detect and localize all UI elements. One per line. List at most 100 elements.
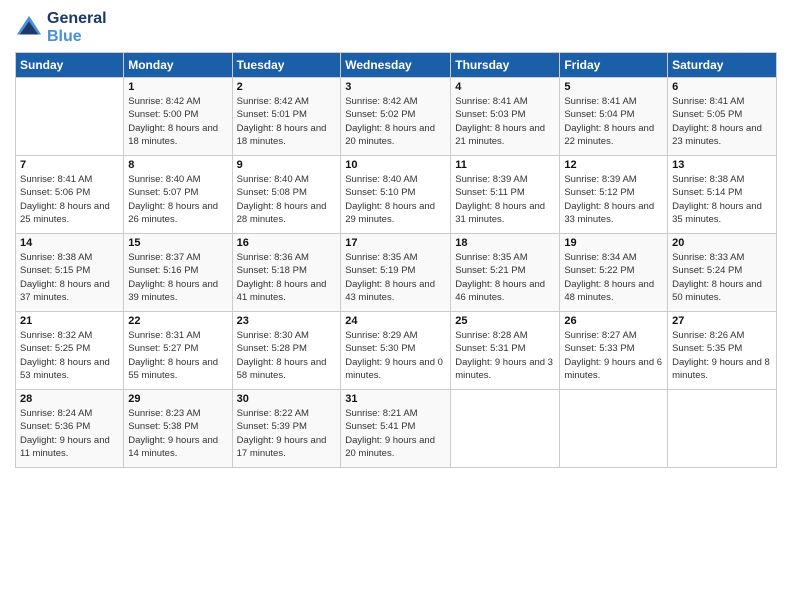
day-number: 29 xyxy=(128,393,227,405)
day-cell: 30 Sunrise: 8:22 AMSunset: 5:39 PMDaylig… xyxy=(232,390,341,468)
day-cell xyxy=(16,78,124,156)
day-detail: Sunrise: 8:34 AMSunset: 5:22 PMDaylight:… xyxy=(564,251,663,304)
day-detail: Sunrise: 8:38 AMSunset: 5:14 PMDaylight:… xyxy=(672,173,772,226)
week-row-2: 7 Sunrise: 8:41 AMSunset: 5:06 PMDayligh… xyxy=(16,156,777,234)
day-cell: 4 Sunrise: 8:41 AMSunset: 5:03 PMDayligh… xyxy=(451,78,560,156)
day-number: 18 xyxy=(455,237,555,249)
day-number: 7 xyxy=(20,159,119,171)
day-cell: 12 Sunrise: 8:39 AMSunset: 5:12 PMDaylig… xyxy=(560,156,668,234)
day-detail: Sunrise: 8:36 AMSunset: 5:18 PMDaylight:… xyxy=(237,251,337,304)
day-detail: Sunrise: 8:21 AMSunset: 5:41 PMDaylight:… xyxy=(345,407,446,460)
day-cell: 25 Sunrise: 8:28 AMSunset: 5:31 PMDaylig… xyxy=(451,312,560,390)
day-detail: Sunrise: 8:40 AMSunset: 5:07 PMDaylight:… xyxy=(128,173,227,226)
day-cell xyxy=(560,390,668,468)
day-cell: 22 Sunrise: 8:31 AMSunset: 5:27 PMDaylig… xyxy=(124,312,232,390)
day-cell: 7 Sunrise: 8:41 AMSunset: 5:06 PMDayligh… xyxy=(16,156,124,234)
day-detail: Sunrise: 8:41 AMSunset: 5:05 PMDaylight:… xyxy=(672,95,772,148)
day-number: 2 xyxy=(237,81,337,93)
day-cell xyxy=(451,390,560,468)
day-cell: 17 Sunrise: 8:35 AMSunset: 5:19 PMDaylig… xyxy=(341,234,451,312)
day-number: 4 xyxy=(455,81,555,93)
day-detail: Sunrise: 8:27 AMSunset: 5:33 PMDaylight:… xyxy=(564,329,663,382)
logo: General Blue xyxy=(15,10,107,46)
week-row-5: 28 Sunrise: 8:24 AMSunset: 5:36 PMDaylig… xyxy=(16,390,777,468)
day-detail: Sunrise: 8:42 AMSunset: 5:01 PMDaylight:… xyxy=(237,95,337,148)
logo-icon xyxy=(15,14,43,42)
day-detail: Sunrise: 8:35 AMSunset: 5:21 PMDaylight:… xyxy=(455,251,555,304)
day-detail: Sunrise: 8:42 AMSunset: 5:02 PMDaylight:… xyxy=(345,95,446,148)
day-cell: 18 Sunrise: 8:35 AMSunset: 5:21 PMDaylig… xyxy=(451,234,560,312)
day-cell: 14 Sunrise: 8:38 AMSunset: 5:15 PMDaylig… xyxy=(16,234,124,312)
header-cell-thursday: Thursday xyxy=(451,53,560,78)
header-cell-tuesday: Tuesday xyxy=(232,53,341,78)
day-detail: Sunrise: 8:38 AMSunset: 5:15 PMDaylight:… xyxy=(20,251,119,304)
week-row-1: 1 Sunrise: 8:42 AMSunset: 5:00 PMDayligh… xyxy=(16,78,777,156)
day-number: 8 xyxy=(128,159,227,171)
day-detail: Sunrise: 8:33 AMSunset: 5:24 PMDaylight:… xyxy=(672,251,772,304)
day-detail: Sunrise: 8:39 AMSunset: 5:12 PMDaylight:… xyxy=(564,173,663,226)
day-cell: 24 Sunrise: 8:29 AMSunset: 5:30 PMDaylig… xyxy=(341,312,451,390)
day-number: 25 xyxy=(455,315,555,327)
day-number: 26 xyxy=(564,315,663,327)
day-cell: 3 Sunrise: 8:42 AMSunset: 5:02 PMDayligh… xyxy=(341,78,451,156)
day-number: 13 xyxy=(672,159,772,171)
day-cell: 21 Sunrise: 8:32 AMSunset: 5:25 PMDaylig… xyxy=(16,312,124,390)
page: General Blue SundayMondayTuesdayWednesda… xyxy=(0,0,792,612)
header-cell-monday: Monday xyxy=(124,53,232,78)
day-number: 23 xyxy=(237,315,337,327)
day-detail: Sunrise: 8:40 AMSunset: 5:10 PMDaylight:… xyxy=(345,173,446,226)
day-number: 17 xyxy=(345,237,446,249)
day-cell: 20 Sunrise: 8:33 AMSunset: 5:24 PMDaylig… xyxy=(668,234,777,312)
day-detail: Sunrise: 8:23 AMSunset: 5:38 PMDaylight:… xyxy=(128,407,227,460)
day-cell xyxy=(668,390,777,468)
day-number: 28 xyxy=(20,393,119,405)
day-cell: 29 Sunrise: 8:23 AMSunset: 5:38 PMDaylig… xyxy=(124,390,232,468)
day-cell: 2 Sunrise: 8:42 AMSunset: 5:01 PMDayligh… xyxy=(232,78,341,156)
day-number: 21 xyxy=(20,315,119,327)
day-cell: 28 Sunrise: 8:24 AMSunset: 5:36 PMDaylig… xyxy=(16,390,124,468)
day-cell: 23 Sunrise: 8:30 AMSunset: 5:28 PMDaylig… xyxy=(232,312,341,390)
day-cell: 10 Sunrise: 8:40 AMSunset: 5:10 PMDaylig… xyxy=(341,156,451,234)
day-detail: Sunrise: 8:40 AMSunset: 5:08 PMDaylight:… xyxy=(237,173,337,226)
day-detail: Sunrise: 8:26 AMSunset: 5:35 PMDaylight:… xyxy=(672,329,772,382)
header-cell-sunday: Sunday xyxy=(16,53,124,78)
day-number: 12 xyxy=(564,159,663,171)
header-cell-friday: Friday xyxy=(560,53,668,78)
day-cell: 11 Sunrise: 8:39 AMSunset: 5:11 PMDaylig… xyxy=(451,156,560,234)
header-row: SundayMondayTuesdayWednesdayThursdayFrid… xyxy=(16,53,777,78)
day-cell: 9 Sunrise: 8:40 AMSunset: 5:08 PMDayligh… xyxy=(232,156,341,234)
day-detail: Sunrise: 8:37 AMSunset: 5:16 PMDaylight:… xyxy=(128,251,227,304)
day-number: 14 xyxy=(20,237,119,249)
week-row-3: 14 Sunrise: 8:38 AMSunset: 5:15 PMDaylig… xyxy=(16,234,777,312)
day-detail: Sunrise: 8:41 AMSunset: 5:03 PMDaylight:… xyxy=(455,95,555,148)
day-cell: 26 Sunrise: 8:27 AMSunset: 5:33 PMDaylig… xyxy=(560,312,668,390)
day-number: 1 xyxy=(128,81,227,93)
day-number: 24 xyxy=(345,315,446,327)
day-number: 5 xyxy=(564,81,663,93)
day-detail: Sunrise: 8:30 AMSunset: 5:28 PMDaylight:… xyxy=(237,329,337,382)
day-number: 3 xyxy=(345,81,446,93)
day-detail: Sunrise: 8:28 AMSunset: 5:31 PMDaylight:… xyxy=(455,329,555,382)
day-number: 19 xyxy=(564,237,663,249)
day-detail: Sunrise: 8:22 AMSunset: 5:39 PMDaylight:… xyxy=(237,407,337,460)
day-number: 10 xyxy=(345,159,446,171)
day-number: 11 xyxy=(455,159,555,171)
day-cell: 31 Sunrise: 8:21 AMSunset: 5:41 PMDaylig… xyxy=(341,390,451,468)
day-number: 22 xyxy=(128,315,227,327)
day-number: 6 xyxy=(672,81,772,93)
day-number: 31 xyxy=(345,393,446,405)
day-detail: Sunrise: 8:29 AMSunset: 5:30 PMDaylight:… xyxy=(345,329,446,382)
calendar-table: SundayMondayTuesdayWednesdayThursdayFrid… xyxy=(15,52,777,468)
day-cell: 6 Sunrise: 8:41 AMSunset: 5:05 PMDayligh… xyxy=(668,78,777,156)
day-cell: 8 Sunrise: 8:40 AMSunset: 5:07 PMDayligh… xyxy=(124,156,232,234)
day-cell: 16 Sunrise: 8:36 AMSunset: 5:18 PMDaylig… xyxy=(232,234,341,312)
day-number: 27 xyxy=(672,315,772,327)
day-detail: Sunrise: 8:42 AMSunset: 5:00 PMDaylight:… xyxy=(128,95,227,148)
day-number: 15 xyxy=(128,237,227,249)
day-detail: Sunrise: 8:41 AMSunset: 5:06 PMDaylight:… xyxy=(20,173,119,226)
logo-text: General Blue xyxy=(47,10,107,46)
day-detail: Sunrise: 8:39 AMSunset: 5:11 PMDaylight:… xyxy=(455,173,555,226)
day-cell: 19 Sunrise: 8:34 AMSunset: 5:22 PMDaylig… xyxy=(560,234,668,312)
day-number: 16 xyxy=(237,237,337,249)
day-cell: 13 Sunrise: 8:38 AMSunset: 5:14 PMDaylig… xyxy=(668,156,777,234)
